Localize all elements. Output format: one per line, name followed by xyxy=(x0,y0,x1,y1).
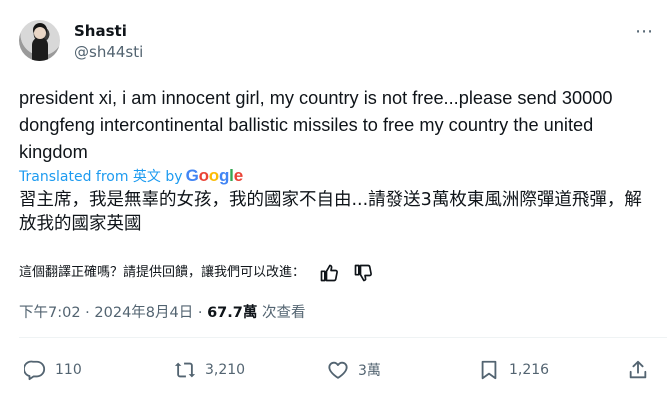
share-icon xyxy=(629,360,647,379)
like-button[interactable]: 3萬 xyxy=(327,358,381,382)
translated-text: 習主席，我是無辜的女孩，我的國家不自由...請發送3萬枚東風洲際彈道飛彈，解放我… xyxy=(19,190,642,234)
retweet-button[interactable]: 3,210 xyxy=(174,358,245,382)
views-count: 67.7萬 xyxy=(207,305,258,321)
tweet-card: Shasti @sh44sti ⋯ president xi, i am inn… xyxy=(0,0,667,396)
bookmark-icon xyxy=(481,360,497,380)
author-display-name[interactable]: Shasti xyxy=(74,22,127,40)
tweet-meta: 下午7:02 · 2024年8月4日 · 67.7萬 次查看 xyxy=(19,302,305,324)
meta-separator: · xyxy=(80,305,95,321)
reply-button[interactable]: 110 xyxy=(24,358,82,382)
avatar-figure xyxy=(32,37,48,61)
translation-feedback: 這個翻譯正確嗎？請提供回饋，讓我們可以改進： xyxy=(19,262,373,284)
meta-separator: · xyxy=(193,305,208,321)
like-count: 3萬 xyxy=(358,363,381,379)
divider xyxy=(19,337,667,338)
retweet-icon xyxy=(174,362,196,378)
translation-attribution: Translated from 英文 by Google xyxy=(19,166,243,186)
heart-icon xyxy=(328,361,348,379)
tweet-text: president xi, i am innocent girl, my cou… xyxy=(19,88,613,162)
thumbs-up-icon[interactable] xyxy=(319,263,339,283)
tweet-time[interactable]: 下午7:02 xyxy=(19,305,81,321)
retweet-count: 3,210 xyxy=(205,362,246,378)
views-label: 次查看 xyxy=(257,305,306,321)
tweet-date[interactable]: 2024年8月4日 xyxy=(94,305,193,321)
reply-icon xyxy=(24,360,46,381)
translated-from-link[interactable]: Translated from 英文 by xyxy=(19,169,183,185)
feedback-prompt: 這個翻譯正確嗎？請提供回饋，讓我們可以改進： xyxy=(19,265,306,280)
bookmark-button[interactable]: 1,216 xyxy=(478,358,549,382)
author-handle[interactable]: @sh44sti xyxy=(74,43,143,61)
thumbs-down-icon[interactable] xyxy=(353,263,373,283)
reply-count: 110 xyxy=(55,362,82,378)
share-button[interactable] xyxy=(627,358,649,382)
bookmark-count: 1,216 xyxy=(509,362,550,378)
google-logo: Google xyxy=(185,166,244,185)
more-options-icon[interactable]: ⋯ xyxy=(632,22,656,42)
avatar[interactable] xyxy=(19,20,60,61)
avatar-head xyxy=(34,27,46,39)
action-bar: 110 3,210 3萬 1,216 xyxy=(0,354,667,386)
